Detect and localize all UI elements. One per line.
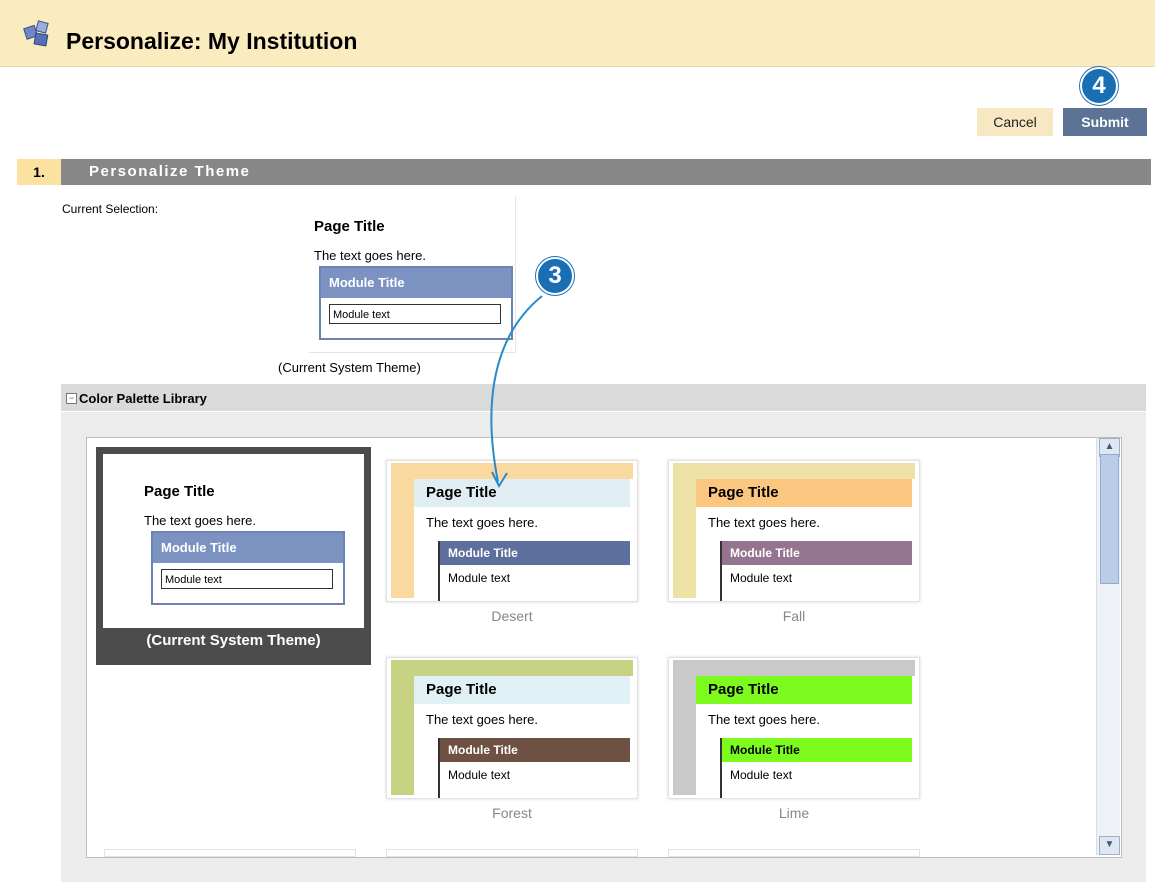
theme-text: The text goes here. — [708, 515, 821, 530]
theme-tile-forest[interactable]: Page Title The text goes here. Module Titl… — [386, 657, 638, 799]
theme-module-title: Module Title — [440, 541, 630, 565]
chevron-down-icon[interactable]: ▼ — [1099, 836, 1120, 855]
scrollbar-thumb[interactable] — [1100, 454, 1119, 584]
color-palette-library-title: Color Palette Library — [79, 391, 207, 406]
collapse-toggle-icon[interactable]: − — [66, 393, 77, 404]
theme-module-text: Module text — [730, 768, 793, 782]
theme-module-title: Module Title — [153, 533, 343, 563]
theme-left-band — [391, 463, 414, 598]
theme-preview: Page Title The text goes here. Module Ti… — [103, 454, 364, 628]
theme-tile-partial[interactable] — [386, 849, 638, 857]
theme-module: Module Title Module text — [438, 541, 632, 601]
theme-left-band — [673, 463, 696, 598]
theme-tile-fall[interactable]: Page Title The text goes here. Module Titl… — [668, 460, 920, 602]
theme-top-band — [673, 660, 915, 676]
theme-tile-lime[interactable]: Page Title The text goes here. Module Titl… — [668, 657, 920, 799]
theme-text: The text goes here. — [426, 712, 539, 727]
step-3-callout: 3 — [536, 257, 574, 295]
theme-module: Module Title Module text — [438, 738, 632, 798]
theme-name: (Current System Theme) — [146, 632, 321, 649]
theme-module-text: Module text — [161, 569, 333, 589]
theme-left-band — [391, 660, 414, 795]
theme-name: Desert — [491, 608, 533, 624]
step-4-callout: 4 — [1080, 67, 1118, 105]
theme-module-title: Module Title — [722, 541, 912, 565]
theme-page-title: Page Title — [144, 483, 215, 500]
theme-page-title: Page Title — [696, 479, 912, 507]
color-palette-library-header[interactable]: − Color Palette Library — [61, 384, 1146, 411]
page-title: Personalize: My Institution — [66, 28, 358, 54]
theme-page-title: Page Title — [414, 676, 630, 704]
section-title: Personalize Theme — [89, 163, 251, 180]
section-header: 1. Personalize Theme — [17, 159, 1151, 185]
callout-arrow — [490, 295, 543, 489]
theme-module-title: Module Title — [440, 738, 630, 762]
theme-text: The text goes here. — [144, 513, 257, 528]
preview-page-title: Page Title — [314, 218, 385, 235]
theme-page-title: Page Title — [696, 676, 912, 704]
theme-module-text: Module text — [730, 571, 793, 585]
theme-top-band — [673, 463, 915, 479]
theme-name: Forest — [492, 805, 532, 821]
preview-text: The text goes here. — [314, 248, 427, 263]
blocks-logo-icon — [23, 20, 49, 47]
theme-left-band — [673, 660, 696, 795]
theme-name: Fall — [782, 608, 806, 624]
theme-module-title: Module Title — [722, 738, 912, 762]
theme-text: The text goes here. — [426, 515, 539, 530]
theme-name: Lime — [778, 805, 810, 821]
current-theme-name: (Current System Theme) — [278, 360, 421, 375]
theme-module-text: Module text — [448, 768, 511, 782]
theme-module: Module Title Module text — [151, 531, 345, 605]
theme-module-text: Module text — [448, 571, 511, 585]
theme-module: Module Title Module text — [720, 738, 914, 798]
scrollbar[interactable]: ▲ ▼ — [1096, 438, 1120, 855]
section-number: 1. — [17, 159, 61, 185]
theme-text: The text goes here. — [708, 712, 821, 727]
page-header: Personalize: My Institution — [0, 0, 1155, 67]
theme-module: Module Title Module text — [720, 541, 914, 601]
theme-tile-partial[interactable] — [104, 849, 356, 857]
cancel-button[interactable]: Cancel — [977, 108, 1053, 136]
theme-top-band — [391, 660, 633, 676]
current-selection-label: Current Selection: — [62, 202, 159, 216]
submit-button[interactable]: Submit — [1063, 108, 1147, 136]
theme-tile-partial[interactable] — [668, 849, 920, 857]
theme-tile-current[interactable]: Page Title The text goes here. Module Ti… — [96, 447, 371, 665]
